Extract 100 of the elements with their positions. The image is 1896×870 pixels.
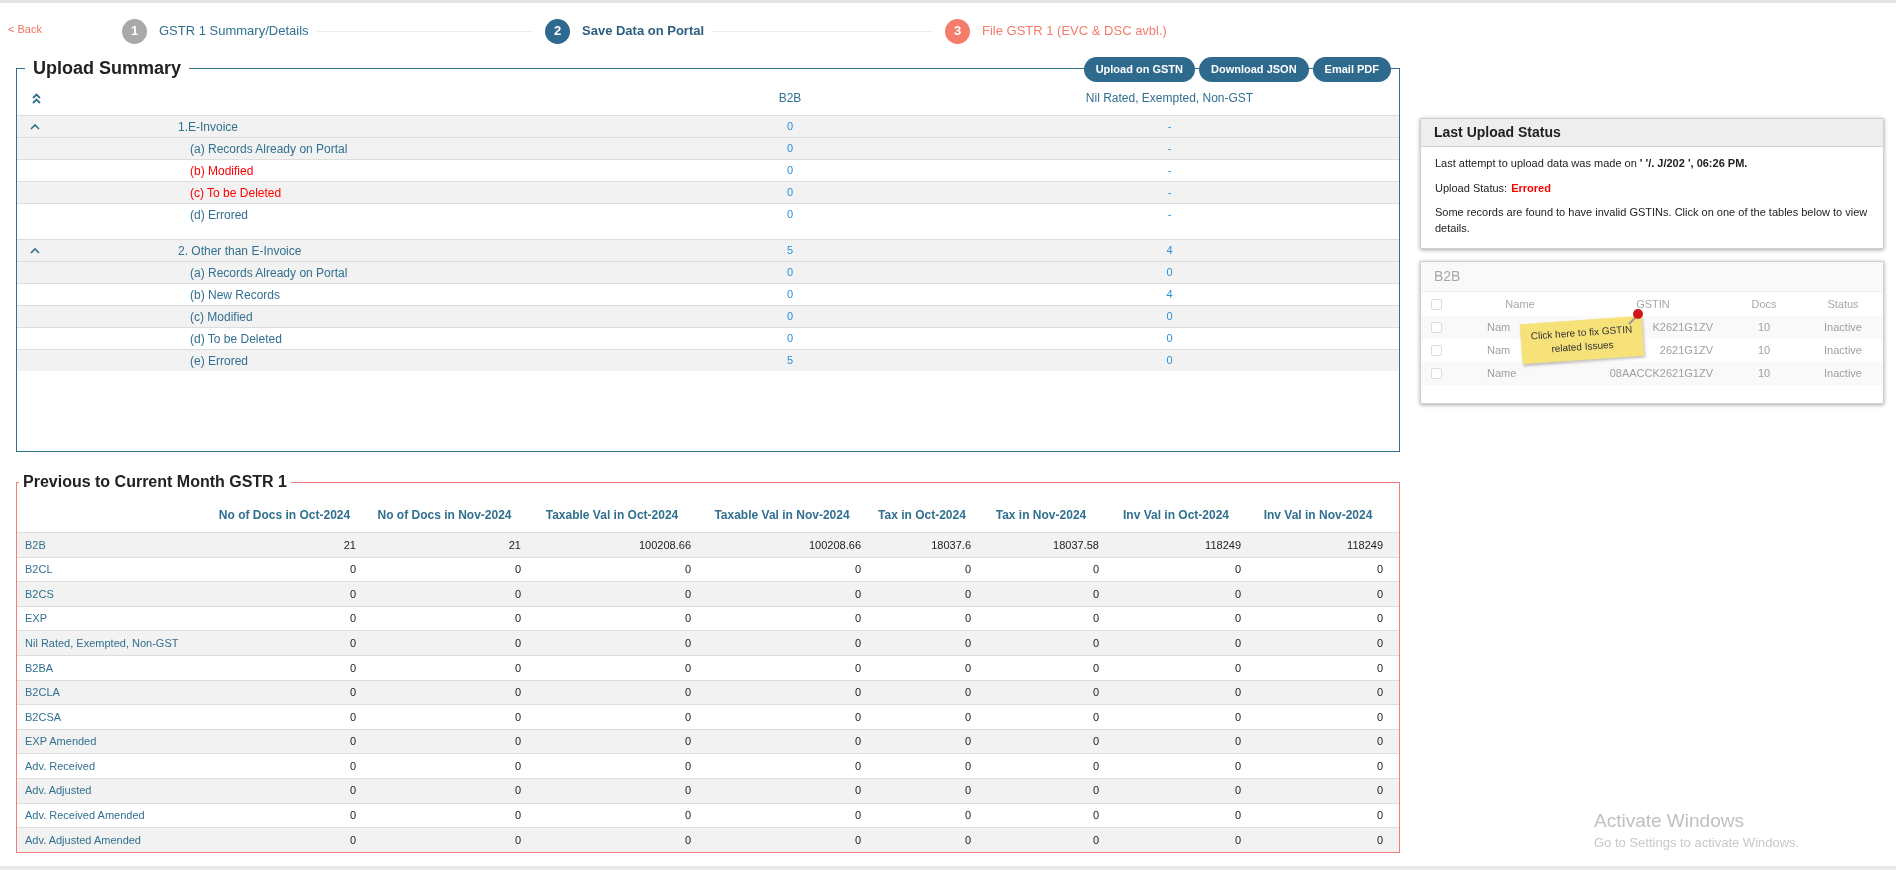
preview-card[interactable]: B2B Name GSTIN Docs Status Nam K2621G1ZV 10 Inactive Nam 2621G1ZV 10 Inactive Name 08AACCK2621G1ZV 10 Inactive Click here to fix GSTIN related Issues [1420,261,1884,404]
table-cell-text: 0 [1233,586,1242,602]
count-link[interactable]: 0 [640,118,940,135]
count-link[interactable]: 4 [940,286,1399,303]
step-label[interactable]: File GSTR 1 (EVC & DSC avbl.) [982,21,1167,41]
table-cell-text: 0 [1233,758,1242,774]
column-header: Tax in Oct-2024 [877,507,967,524]
chevron-up-icon[interactable] [30,247,40,254]
table-cell-text: 0 [1233,635,1242,651]
row-label[interactable]: (d) Errored [177,205,640,224]
count-link[interactable]: 0 [640,162,940,179]
section-label[interactable]: 2. Other than E-Invoice [177,241,640,260]
row-label[interactable]: (c) To be Deleted [177,183,640,202]
row-label[interactable]: Nil Rated, Exempted, Non-GST [17,634,207,652]
count-link[interactable]: 5 [640,242,940,259]
table-cell-text: 0 [1233,562,1242,578]
column-header: No of Docs in Oct-2024 [217,507,352,524]
count-link[interactable]: 0 [640,308,940,325]
column-header: B2B [777,90,803,107]
count-link[interactable]: 0 [640,330,940,347]
count-link[interactable]: - [940,162,1399,179]
row-label[interactable]: B2CSA [17,708,207,726]
row-label[interactable]: Adv. Adjusted Amended [17,831,207,849]
upload-note: Some records are found to have invalid GSTINs. Click on one of the tables below to view details. [1435,205,1869,236]
back-link[interactable]: < Back [0,20,122,38]
row-label[interactable]: Adv. Adjusted [17,782,207,799]
table-cell-text: 0 [853,586,862,602]
table-cell-text: 0 [963,709,972,725]
count-link[interactable]: 5 [640,352,940,369]
table-cell: 2621G1ZV [1659,344,1713,357]
checkbox[interactable] [1431,368,1442,379]
table-cell-text: 0 [853,685,862,701]
checkbox[interactable] [1431,345,1442,356]
row-label[interactable]: B2CL [17,561,207,578]
count-link[interactable]: 0 [640,140,940,157]
count-link[interactable]: 0 [940,352,1399,369]
table-cell-text: 0 [1233,808,1242,824]
checkbox[interactable] [1431,322,1442,333]
table-cell-text: 0 [1375,758,1384,774]
row-label[interactable]: B2CS [17,585,207,603]
row-label[interactable]: Adv. Received Amended [17,807,207,824]
count-link[interactable]: - [940,184,1399,201]
row-label[interactable]: (c) Modified [177,307,640,326]
table-cell-text: 0 [1091,635,1100,651]
table-cell-text: 0 [348,832,357,848]
count-link[interactable]: 0 [940,264,1399,281]
table-cell-text: 0 [513,611,522,627]
count-link[interactable]: - [940,140,1399,157]
table-cell-text: 0 [1375,586,1384,602]
step-label[interactable]: GSTR 1 Summary/Details [159,21,309,41]
column-header: Docs [1750,296,1778,312]
action-button[interactable]: Email PDF [1312,57,1391,82]
count-link[interactable]: - [940,118,1399,135]
table-cell: 08AACCK2621G1ZV [1609,367,1713,380]
count-link[interactable]: 0 [940,308,1399,325]
row-label[interactable]: (d) To be Deleted [177,329,640,348]
table-cell-text: 0 [1091,660,1100,676]
count-link[interactable]: 0 [640,286,940,303]
row-label[interactable]: B2CLA [17,684,207,701]
row-label[interactable]: (a) Records Already on Portal [177,263,640,282]
count-link[interactable]: 0 [640,184,940,201]
collapse-all-icon[interactable] [32,92,41,104]
step-number: 3 [945,18,970,44]
row-label[interactable]: B2B [17,536,207,554]
row-label[interactable]: EXP [17,610,207,627]
table-cell-text: 0 [683,586,692,602]
row-label[interactable]: Adv. Received [17,757,207,775]
table-cell-text: 18037.58 [1052,537,1100,553]
row-label[interactable]: (b) New Records [177,285,640,304]
table-cell-text: 0 [348,635,357,651]
section-label[interactable]: 1.E-Invoice [177,117,640,136]
table-cell-text: 0 [513,660,522,676]
table-cell-text: 0 [683,808,692,824]
table-cell-text: 0 [963,783,972,799]
count-link[interactable]: 4 [940,242,1399,259]
chevron-up-icon[interactable] [30,123,40,130]
column-header: Inv Val in Oct-2024 [1121,507,1231,524]
table-cell-text: 0 [963,562,972,578]
table-cell-text: 0 [1375,734,1384,750]
count-link[interactable]: 0 [940,330,1399,347]
row-label[interactable]: B2BA [17,659,207,676]
count-link[interactable]: - [940,206,1399,223]
column-header: Inv Val in Nov-2024 [1262,507,1374,524]
action-button[interactable]: Download JSON [1199,57,1309,82]
table-cell: Nam [1487,344,1511,357]
row-label[interactable]: (a) Records Already on Portal [177,139,640,158]
count-link[interactable]: 0 [640,264,940,281]
column-header: Taxable Val in Oct-2024 [544,507,680,524]
checkbox[interactable] [1431,298,1442,310]
action-button[interactable]: Upload on GSTN [1083,57,1196,82]
row-label[interactable]: (b) Modified [177,161,640,180]
table-cell-text: 0 [853,734,862,750]
row-label[interactable]: (e) Errored [177,351,640,370]
table-cell-text: 0 [513,586,522,602]
table-cell-text: 0 [1091,808,1100,824]
table-cell-text: 0 [683,611,692,627]
row-label[interactable]: EXP Amended [17,733,207,750]
step-label[interactable]: Save Data on Portal [582,21,705,41]
count-link[interactable]: 0 [640,206,940,223]
table-cell-text: 0 [513,709,522,725]
